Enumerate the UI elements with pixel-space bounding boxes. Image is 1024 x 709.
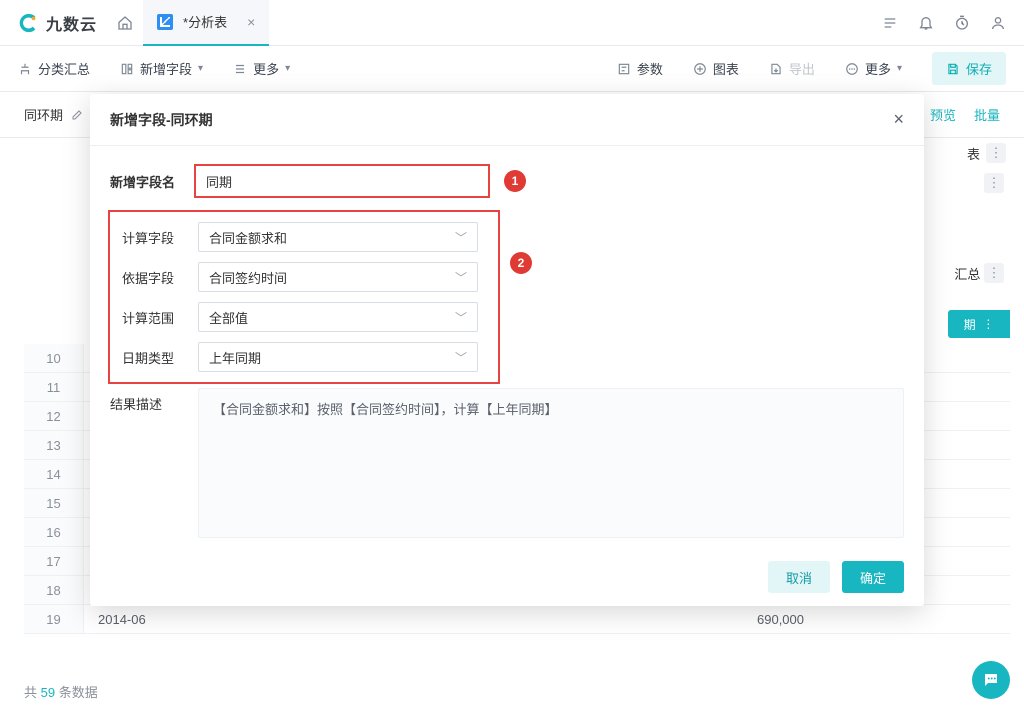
range-label: 计算范围: [110, 308, 198, 327]
base-field-label: 依据字段: [110, 268, 198, 287]
date-type-label: 日期类型: [110, 348, 198, 367]
result-desc-box: 【合同金额求和】按照【合同签约时间】，计算【上年同期】: [198, 388, 904, 538]
annotation-badge-2: 2: [510, 252, 532, 274]
cancel-button[interactable]: 取消: [768, 561, 830, 593]
calc-field-select[interactable]: 合同金额求和﹀: [198, 222, 478, 252]
modal-overlay: 新增字段-同环期 × 新增字段名 同期 1 2 计算字段 合同金额求和﹀: [0, 0, 1024, 709]
confirm-button[interactable]: 确定: [842, 561, 904, 593]
range-select[interactable]: 全部值﹀: [198, 302, 478, 332]
field-name-label: 新增字段名: [110, 172, 198, 191]
base-field-select[interactable]: 合同签约时间﹀: [198, 262, 478, 292]
modal-footer: 取消 确定: [90, 548, 924, 606]
date-type-select[interactable]: 上年同期﹀: [198, 342, 478, 372]
config-group: 2 计算字段 合同金额求和﹀ 依据字段 合同签约时间﹀ 计算范围: [108, 210, 500, 384]
modal-header: 新增字段-同环期 ×: [90, 94, 924, 146]
chevron-down-icon: ﹀: [455, 229, 467, 246]
field-name-input[interactable]: 同期: [202, 168, 482, 194]
result-desc-label: 结果描述: [110, 388, 198, 538]
annotation-badge-1: 1: [504, 170, 526, 192]
chevron-down-icon: ﹀: [455, 269, 467, 286]
new-field-modal: 新增字段-同环期 × 新增字段名 同期 1 2 计算字段 合同金额求和﹀: [90, 94, 924, 606]
chevron-down-icon: ﹀: [455, 309, 467, 326]
modal-title: 新增字段-同环期: [110, 110, 213, 130]
chevron-down-icon: ﹀: [455, 349, 467, 366]
calc-field-label: 计算字段: [110, 228, 198, 247]
close-icon[interactable]: ×: [893, 109, 904, 130]
